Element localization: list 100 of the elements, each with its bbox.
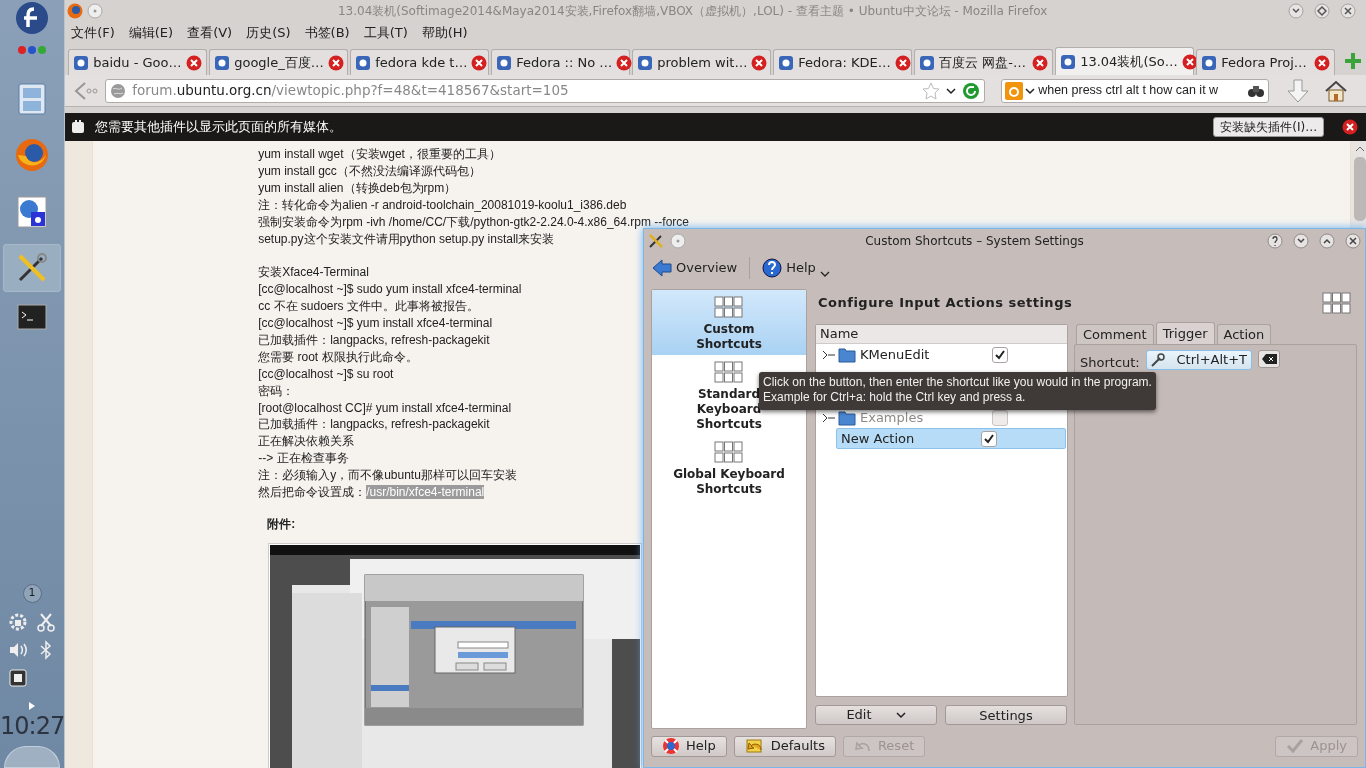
menu-item[interactable]: 文件(F) <box>71 23 115 43</box>
defaults-button[interactable]: Defaults <box>733 735 836 757</box>
browser-tab[interactable]: problem wit… <box>632 49 772 75</box>
page-heading: Configure Input Actions settings <box>818 294 1073 313</box>
checkmark-icon <box>1286 738 1305 754</box>
minimize-icon[interactable] <box>1293 233 1309 249</box>
post-line: yum install wget（安装wget，很重要的工具） <box>258 146 501 163</box>
checkbox[interactable] <box>992 346 1008 363</box>
reload-icon[interactable] <box>962 81 981 100</box>
page-icon <box>778 54 795 71</box>
backspace-icon <box>1260 354 1277 364</box>
folder-icon <box>838 346 856 363</box>
overview-button[interactable]: Overview <box>650 255 740 281</box>
search-engine-icon[interactable] <box>1005 81 1036 100</box>
menu-item[interactable]: 工具(T) <box>363 23 408 43</box>
post-line: 强制安装命令为rpm -ivh /home/CC/下载/python-gtk2-2.24.0-4.x86_64.rpm --force <box>258 213 689 231</box>
page-icon <box>73 54 90 71</box>
post-line: 密码： <box>258 382 295 400</box>
browser-tab[interactable]: 百度云 网盘-… <box>914 49 1054 75</box>
menu-item[interactable]: 编辑(E) <box>128 23 174 43</box>
terminal-icon[interactable] <box>17 304 48 332</box>
keyboard-icon <box>714 296 744 318</box>
post-line: [cc@localhost ~]$ yum install xfce4-terminal <box>258 315 493 332</box>
post-line: 已加载插件：langpacks, refresh-packagekit <box>258 416 490 434</box>
close-icon[interactable] <box>1342 119 1359 135</box>
page-icon <box>496 54 513 71</box>
firefox-icon[interactable] <box>67 2 84 19</box>
browser-tab[interactable]: google_百度… <box>209 49 349 75</box>
menu-item[interactable]: 书签(B) <box>304 23 350 43</box>
undo-icon <box>744 738 765 754</box>
page-icon <box>637 54 654 71</box>
menu-item[interactable]: 帮助(H) <box>421 23 468 43</box>
post-line: yum install gcc（不然没法编译源代码包） <box>258 162 481 180</box>
window-title: 13.04装机(Softimage2014&Maya2014安装,Firefox翻墙,VBOX（虚拟机）,LOL) - 查看主题 • Ubuntu中文论坛 - Mozilla Firefox <box>336 2 1049 20</box>
page-icon <box>1060 53 1077 70</box>
category-item[interactable]: Global Keyboard Shortcuts <box>652 435 806 500</box>
settings-button[interactable]: Settings <box>945 705 1067 725</box>
file-cabinet-icon[interactable] <box>17 83 48 115</box>
back-arrow-icon <box>652 259 672 277</box>
post-line: [root@localhost CC]# yum install xfce4-terminal <box>258 399 512 417</box>
scroll-up-icon[interactable] <box>1354 145 1365 153</box>
post-line: cc 不在 sudoers 文件中。此事将被报告。 <box>258 298 479 316</box>
edit-button[interactable]: Edit <box>815 705 937 725</box>
shortcut-label: Shortcut: <box>1080 354 1140 372</box>
undo-icon <box>853 738 872 754</box>
firefox-icon[interactable] <box>15 138 50 172</box>
maximize-icon[interactable] <box>1314 2 1331 19</box>
network-icon[interactable] <box>8 668 29 688</box>
globe-icon <box>110 82 127 99</box>
post-line: 安装Xface4-Terminal <box>258 264 369 282</box>
post-line: 注：转化命令为alien -r android-toolchain_20081019-koolu1_i386.deb <box>258 196 627 214</box>
category-item[interactable]: Custom Shortcuts <box>652 290 806 355</box>
tab[interactable]: Trigger <box>1155 322 1215 344</box>
notification-count[interactable]: 1 <box>22 584 42 603</box>
shortcut-button[interactable]: Ctrl+Alt+T <box>1145 350 1252 370</box>
activities-icon[interactable] <box>16 45 49 55</box>
menu-item[interactable]: 历史(S) <box>246 23 291 43</box>
gear-lock-icon[interactable] <box>8 612 29 632</box>
checkbox[interactable] <box>981 430 997 447</box>
tree-row[interactable]: New Action <box>836 428 1066 449</box>
browser-tab[interactable]: Fedora: KDE… <box>773 49 913 75</box>
globe-paw-icon[interactable] <box>17 196 48 228</box>
tools-icon[interactable] <box>648 233 664 249</box>
keyboard-icon <box>714 361 744 383</box>
minimize-icon[interactable] <box>1288 2 1305 19</box>
tab[interactable]: Comment <box>1076 324 1154 344</box>
expand-arrow-icon[interactable] <box>822 349 836 360</box>
tooltip-text: Click on the button, then enter the shortcut like you would in the program. <box>763 375 1152 390</box>
keyboard-icon <box>714 441 744 463</box>
post-line: setup.py这个安装文件请用python setup.py install来安装 <box>258 230 555 248</box>
browser-tab[interactable]: baidu - Goo… <box>68 49 208 75</box>
install-plugins-button[interactable]: 安装缺失插件(I)… <box>1213 117 1325 137</box>
help-button[interactable]: Help <box>651 735 727 757</box>
tree-row[interactable]: KMenuEdit <box>822 344 1066 365</box>
post-line: 注：必须输入y，而不像ubuntu那样可以回车安装 <box>258 467 517 485</box>
bookmark-star-icon[interactable] <box>922 81 941 100</box>
address-field[interactable]: forum.ubuntu.org.cn/viewtopic.php?f=48&t=418567&start=105 <box>105 78 986 103</box>
page-icon <box>355 54 372 71</box>
binoculars-icon[interactable] <box>1247 83 1266 98</box>
search-field[interactable]: when press ctrl alt t how can it w <box>1001 78 1270 103</box>
browser-tab[interactable]: Fedora Proj… <box>1196 49 1336 75</box>
post-line: [cc@localhost ~]$ sudo yum install xfce4-terminal <box>258 281 522 299</box>
browser-tab[interactable]: fedora kde t… <box>350 49 490 75</box>
clear-shortcut-button[interactable] <box>1257 350 1280 368</box>
help-icon[interactable] <box>1267 233 1283 249</box>
plugin-message: 您需要其他插件以显示此页面的所有媒体。 <box>95 118 344 137</box>
tab[interactable]: Action <box>1216 324 1272 344</box>
maximize-icon[interactable] <box>1319 233 1335 249</box>
scrollbar-thumb[interactable] <box>1353 157 1366 221</box>
dropdown-icon[interactable] <box>946 86 957 95</box>
browser-tab[interactable]: 13.04装机(So… <box>1055 47 1195 75</box>
menu-item[interactable]: 查看(V) <box>187 23 233 43</box>
settings-task[interactable] <box>3 244 62 292</box>
start-menu-icon[interactable] <box>15 1 50 35</box>
close-icon[interactable] <box>1345 233 1361 249</box>
home-icon[interactable] <box>1325 79 1348 102</box>
help-button[interactable]: Help <box>760 255 832 281</box>
post-line: 您需要 root 权限执行此命令。 <box>258 348 418 366</box>
browser-tab[interactable]: Fedora :: No … <box>491 49 631 75</box>
scissors-icon[interactable] <box>36 612 57 632</box>
